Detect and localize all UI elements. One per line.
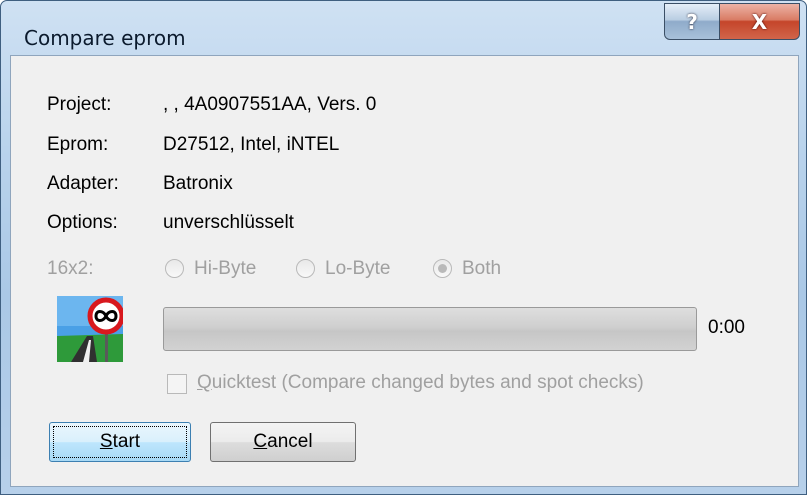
compare-eprom-dialog: Compare eprom ? X Project: , , 4A0907551… bbox=[0, 0, 807, 495]
lo-byte-radio[interactable] bbox=[296, 259, 315, 278]
hi-byte-label: Hi-Byte bbox=[194, 258, 257, 279]
cancel-button[interactable]: Cancel bbox=[210, 422, 356, 462]
elapsed-time: 0:00 bbox=[708, 317, 745, 338]
quicktest-label: Quicktest (Compare changed bytes and spo… bbox=[197, 372, 644, 394]
cancel-text: ancel bbox=[267, 431, 313, 452]
focus-rect bbox=[53, 426, 187, 458]
title-bar[interactable]: Compare eprom ? X bbox=[1, 1, 806, 55]
adapter-label: Adapter: bbox=[47, 173, 119, 194]
quicktest-text: uicktest (Compare changed bytes and spot… bbox=[211, 372, 644, 393]
close-icon: X bbox=[751, 9, 768, 34]
lo-byte-label: Lo-Byte bbox=[325, 258, 391, 279]
start-button[interactable]: Start bbox=[49, 422, 191, 462]
project-label: Project: bbox=[47, 94, 112, 115]
options-label: Options: bbox=[47, 212, 118, 233]
infinity-road-sign-icon bbox=[57, 296, 123, 362]
eprom-label: Eprom: bbox=[47, 134, 109, 155]
quicktest-mnemonic: Q bbox=[197, 372, 212, 393]
close-button[interactable]: X bbox=[719, 3, 800, 40]
hi-byte-radio[interactable] bbox=[165, 259, 184, 278]
quicktest-checkbox[interactable] bbox=[167, 374, 187, 394]
compare-progress-bar bbox=[163, 307, 697, 351]
options-value: unverschlüsselt bbox=[163, 212, 294, 233]
both-radio[interactable] bbox=[433, 259, 452, 278]
mode-label: 16x2: bbox=[47, 258, 94, 279]
project-value: , , 4A0907551AA, Vers. 0 bbox=[163, 94, 377, 115]
cancel-label: Cancel bbox=[253, 431, 312, 453]
cancel-mnemonic: C bbox=[253, 431, 268, 452]
both-label: Both bbox=[462, 258, 502, 279]
dialog-body: Project: , , 4A0907551AA, Vers. 0 Eprom:… bbox=[10, 55, 799, 487]
window-title: Compare eprom bbox=[24, 26, 186, 50]
eprom-value: D27512, Intel, iNTEL bbox=[163, 134, 340, 155]
help-button[interactable]: ? bbox=[664, 3, 720, 40]
adapter-value: Batronix bbox=[163, 173, 233, 194]
help-icon: ? bbox=[686, 9, 698, 34]
